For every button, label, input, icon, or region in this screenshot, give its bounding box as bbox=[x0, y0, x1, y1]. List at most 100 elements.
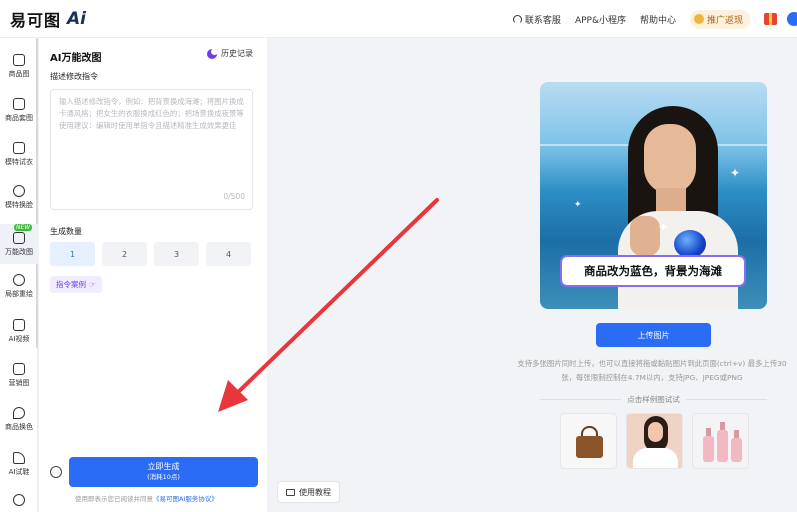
sidebar-item-label: AI试鞋 bbox=[8, 468, 30, 476]
nav-app[interactable]: APP&小程序 bbox=[575, 13, 626, 26]
count-label: 生成数量 bbox=[50, 227, 82, 236]
pointer-icon: ☞ bbox=[89, 280, 96, 289]
sidebar-item-face-swap[interactable]: 模特换脸 bbox=[0, 181, 38, 221]
count-option-3[interactable]: 3 bbox=[154, 242, 199, 266]
promo-label: 推广返现 bbox=[706, 15, 743, 26]
edit-panel: AI万能改图 历史记录 描述修改指令 输入描述修改指令，例如：把背景换成海滩；将… bbox=[39, 38, 267, 512]
main-area: ✦ ✦ ✦ 商品改为蓝色，背景为海滩 上传图片 支持多张图片同时上传，也可以直接… bbox=[267, 38, 797, 512]
bottle bbox=[717, 422, 728, 462]
document-icon bbox=[13, 363, 25, 375]
example-image: ✦ ✦ ✦ 商品改为蓝色，背景为海滩 bbox=[540, 82, 767, 309]
sidebar-item-label: AI视频 bbox=[8, 335, 30, 343]
headset-icon bbox=[512, 14, 522, 24]
redraw-icon bbox=[13, 274, 25, 286]
edit-image-icon bbox=[13, 232, 25, 244]
logo-text: 易可图 bbox=[10, 11, 62, 30]
sidebar-item-label: 商品图 bbox=[8, 70, 30, 78]
nav-customer-service-label: 联系客服 bbox=[524, 15, 561, 26]
sidebar-item-label: 局部重绘 bbox=[5, 290, 33, 298]
sidebar: 商品图 商品套图 模特试衣 模特换脸 NEW 万能改图 局部重绘 AI视频 营销… bbox=[0, 38, 38, 512]
generate-button[interactable]: 立即生成 (消耗10点) bbox=[69, 457, 258, 487]
sidebar-item-label: 模特试衣 bbox=[5, 158, 33, 166]
sidebar-item-label: 商品套图 bbox=[5, 114, 33, 122]
instruction-placeholder: 输入描述修改指令，例如：把背景换成海滩；将图片换成卡通风格；把女生的衣服换成红色… bbox=[59, 97, 244, 130]
history-icon bbox=[207, 47, 218, 59]
samples-title: 点击样例图试试 bbox=[627, 394, 680, 404]
bottle bbox=[731, 430, 742, 462]
top-bar: 易可图 Ai 联系客服 APP&小程序 帮助中心 推广返现 bbox=[0, 0, 797, 38]
video-icon bbox=[13, 319, 25, 331]
sidebar-item-more[interactable] bbox=[0, 490, 38, 512]
coin-icon bbox=[693, 14, 704, 24]
sample-model[interactable] bbox=[626, 413, 683, 469]
image-set-icon bbox=[13, 98, 25, 110]
char-counter: 0/500 bbox=[223, 192, 245, 201]
agreement-text: 使用即表示您已阅读并同意《易可图AI服务协议》 bbox=[75, 493, 218, 503]
tutorial-label: 使用教程 bbox=[299, 487, 331, 497]
sidebar-item-label: 模特换脸 bbox=[5, 201, 33, 209]
desc-label: 描述修改指令 bbox=[50, 72, 98, 81]
sidebar-item-universal-edit[interactable]: NEW 万能改图 bbox=[0, 224, 38, 264]
shoe-icon bbox=[13, 452, 25, 464]
avatar[interactable] bbox=[787, 12, 797, 26]
top-nav: 联系客服 APP&小程序 帮助中心 推广返现 bbox=[512, 0, 797, 38]
sparkle-icon: ✦ bbox=[730, 166, 741, 180]
instruction-cases-button[interactable]: 指令案例 ☞ bbox=[50, 276, 102, 293]
history-label: 历史记录 bbox=[221, 49, 253, 58]
upload-button[interactable]: 上传图片 bbox=[596, 323, 711, 347]
drop-icon bbox=[13, 407, 25, 419]
tutorial-button[interactable]: 使用教程 bbox=[277, 481, 340, 503]
shirt-icon bbox=[13, 142, 25, 154]
sidebar-item-marketing[interactable]: 营销图 bbox=[0, 359, 38, 399]
sparkle-icon: ✦ bbox=[658, 220, 669, 234]
count-option-1[interactable]: 1 bbox=[50, 242, 95, 266]
compass-icon[interactable] bbox=[50, 466, 62, 478]
sidebar-item-ai-video[interactable]: AI视频 bbox=[0, 315, 38, 355]
sample-dress bbox=[633, 448, 678, 468]
sample-bag[interactable] bbox=[560, 413, 617, 469]
sidebar-item-label: 营销图 bbox=[8, 379, 30, 387]
divider-line bbox=[540, 398, 622, 400]
people-icon bbox=[13, 494, 25, 506]
gift-icon[interactable] bbox=[764, 13, 777, 25]
face bbox=[644, 124, 696, 194]
sample-face bbox=[648, 422, 663, 442]
sample-images bbox=[560, 413, 749, 469]
book-icon bbox=[286, 488, 295, 496]
face-icon bbox=[13, 185, 25, 197]
divider-line bbox=[685, 398, 767, 400]
history-button[interactable]: 历史记录 bbox=[207, 47, 253, 59]
logo-ai: Ai bbox=[67, 9, 86, 29]
samples-divider: 点击样例图试试 bbox=[540, 393, 767, 405]
nav-customer-service[interactable]: 联系客服 bbox=[512, 13, 561, 26]
sample-bottles[interactable] bbox=[692, 413, 749, 469]
count-option-2[interactable]: 2 bbox=[102, 242, 147, 266]
sidebar-item-label: 万能改图 bbox=[5, 248, 33, 256]
nav-help-label: 帮助中心 bbox=[639, 15, 676, 26]
nav-app-label: APP&小程序 bbox=[574, 15, 626, 26]
generate-label: 立即生成 bbox=[147, 462, 180, 471]
count-option-4[interactable]: 4 bbox=[206, 242, 251, 266]
sidebar-item-shoe-tryon[interactable]: AI试鞋 bbox=[0, 448, 38, 488]
hero-caption: 商品改为蓝色，背景为海滩 bbox=[560, 255, 746, 287]
instruction-input[interactable]: 输入描述修改指令，例如：把背景换成海滩；将图片换成卡通风格；把女生的衣服换成红色… bbox=[50, 89, 253, 210]
hand bbox=[630, 216, 660, 256]
logo[interactable]: 易可图 Ai bbox=[10, 8, 86, 30]
agreement-prefix: 使用即表示您已阅读并同意 bbox=[75, 495, 153, 503]
sidebar-item-label: 商品换色 bbox=[5, 423, 33, 431]
generate-cost: (消耗10点) bbox=[147, 473, 180, 481]
sidebar-item-partial-redraw[interactable]: 局部重绘 bbox=[0, 270, 38, 310]
image-icon bbox=[13, 54, 25, 66]
blue-product bbox=[674, 230, 706, 258]
promo-button[interactable]: 推广返现 bbox=[689, 9, 750, 29]
new-badge: NEW bbox=[14, 224, 33, 231]
sidebar-item-recolor[interactable]: 商品换色 bbox=[0, 403, 38, 443]
agreement-link[interactable]: 《易可图AI服务协议》 bbox=[153, 495, 218, 503]
sidebar-item-product-set[interactable]: 商品套图 bbox=[0, 94, 38, 134]
bottle bbox=[703, 428, 714, 462]
count-selector: 1 2 3 4 bbox=[50, 242, 251, 266]
instruction-cases-label: 指令案例 bbox=[56, 280, 86, 289]
nav-help[interactable]: 帮助中心 bbox=[640, 13, 676, 26]
sidebar-item-model-tryon[interactable]: 模特试衣 bbox=[0, 138, 38, 178]
sidebar-item-product-image[interactable]: 商品图 bbox=[0, 50, 38, 90]
